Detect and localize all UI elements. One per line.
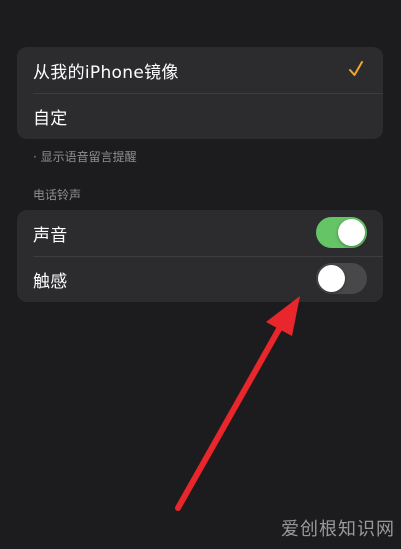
ringtone-haptics-label: 触感 [33,271,68,292]
option-mirror-iphone[interactable]: 从我的iPhone镜像 [17,47,383,93]
ringtone-group: 声音 触感 [17,210,383,302]
sound-toggle[interactable] [316,217,367,248]
settings-screen: 从我的iPhone镜像 自定 · 显示语音留言提醒 电话铃声 声音 触感 爱创根… [0,0,401,549]
option-mirror-iphone-label: 从我的iPhone镜像 [33,62,179,83]
mirror-options-group: 从我的iPhone镜像 自定 [17,47,383,139]
checkmark-icon [349,61,363,76]
sound-toggle-knob [338,219,365,246]
watermark-text: 爱创根知识网 [281,519,395,540]
option-custom-label: 自定 [33,108,68,129]
ringtone-sound-label: 声音 [33,225,68,246]
option-custom[interactable]: 自定 [17,93,383,139]
ringtone-section-header: 电话铃声 [33,188,82,202]
ringtone-haptics-row: 触感 [17,256,383,302]
haptics-toggle-knob [318,265,345,292]
ringtone-sound-row: 声音 [17,210,383,256]
voicemail-alert-footnote: · 显示语音留言提醒 [33,150,137,164]
haptics-toggle[interactable] [316,263,367,294]
